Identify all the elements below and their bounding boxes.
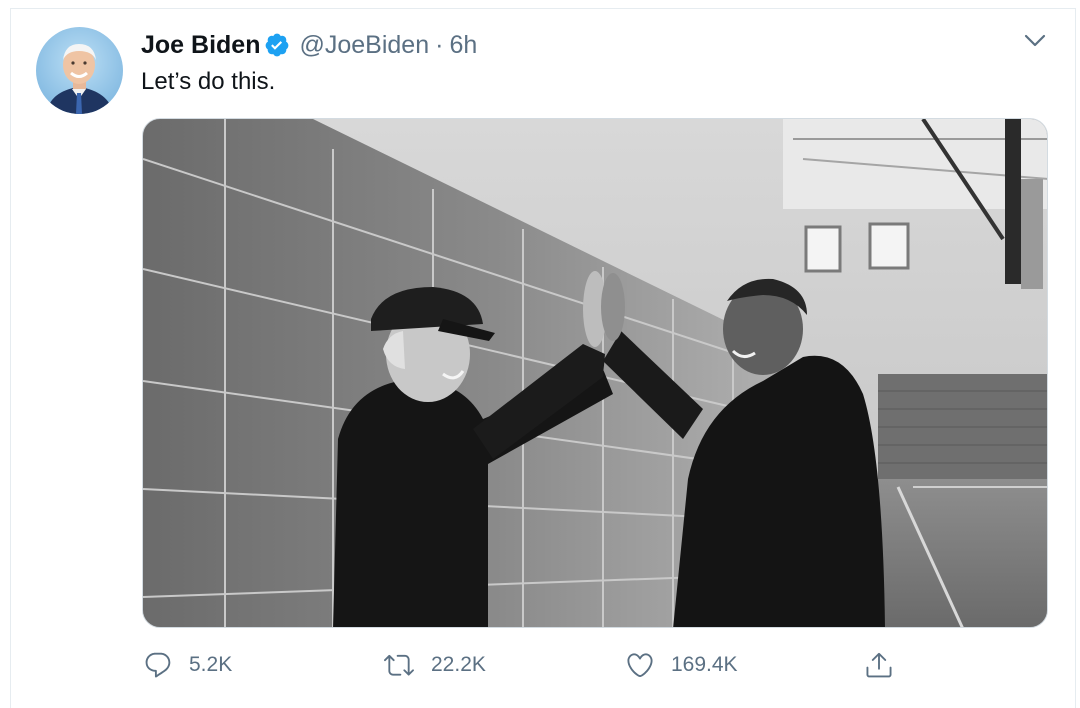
retweet-button[interactable]: 22.2K bbox=[383, 648, 486, 682]
verified-badge-icon bbox=[264, 32, 290, 58]
heart-icon bbox=[625, 650, 655, 680]
photo-image bbox=[143, 119, 1047, 627]
chevron-down-icon[interactable] bbox=[1022, 30, 1048, 52]
retweet-count: 22.2K bbox=[431, 653, 486, 676]
reply-count: 5.2K bbox=[189, 653, 233, 676]
tweet-action-bar: 5.2K 22.2K 169.4K bbox=[0, 648, 1080, 682]
retweet-icon bbox=[383, 650, 415, 680]
reply-button[interactable]: 5.2K bbox=[143, 648, 232, 682]
separator-dot: · bbox=[435, 30, 444, 59]
reply-icon bbox=[143, 650, 173, 680]
tweet-header: Joe Biden @JoeBiden · 6h bbox=[141, 29, 477, 61]
handle[interactable]: @JoeBiden bbox=[299, 31, 429, 60]
display-name[interactable]: Joe Biden bbox=[141, 31, 260, 60]
tweet-media-photo[interactable] bbox=[142, 118, 1048, 628]
share-button[interactable] bbox=[864, 648, 910, 682]
like-button[interactable]: 169.4K bbox=[625, 648, 738, 682]
timestamp[interactable]: 6h bbox=[449, 31, 477, 60]
tweet-text: Let’s do this. bbox=[141, 68, 276, 95]
avatar[interactable] bbox=[36, 27, 123, 114]
avatar-image bbox=[36, 27, 123, 114]
like-count: 169.4K bbox=[671, 653, 738, 676]
share-icon bbox=[864, 650, 894, 680]
